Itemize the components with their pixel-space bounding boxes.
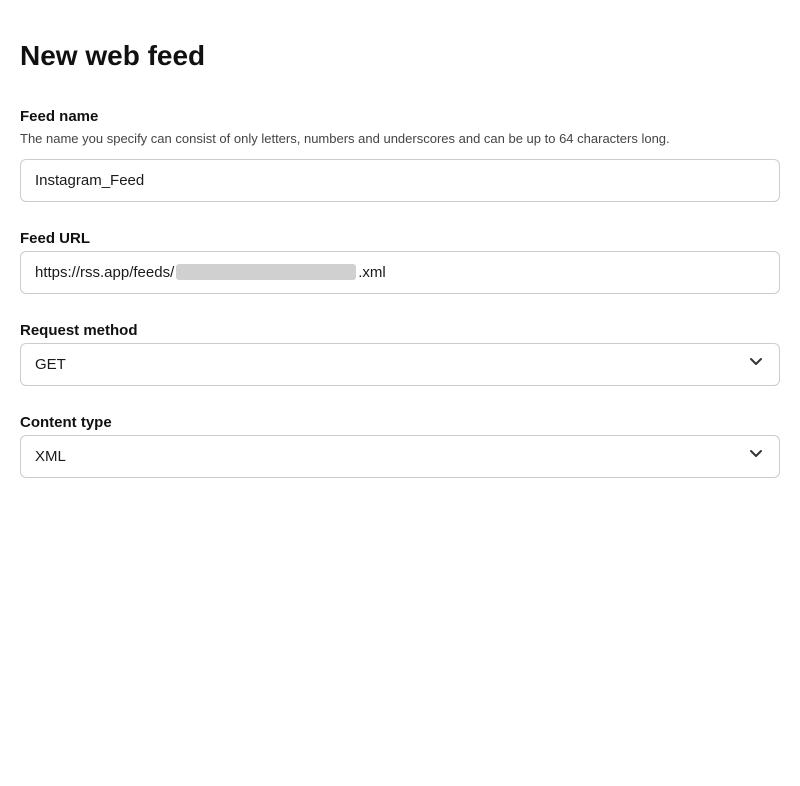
feed-url-prefix: https://rss.app/feeds/ bbox=[35, 264, 174, 281]
request-method-select[interactable]: GET POST PUT DELETE bbox=[20, 343, 780, 386]
page-title: New web feed bbox=[20, 40, 780, 72]
feed-name-input[interactable] bbox=[20, 159, 780, 202]
content-type-select[interactable]: XML JSON HTML Text bbox=[20, 435, 780, 478]
content-type-label: Content type bbox=[20, 414, 780, 431]
feed-url-wrapper: https://rss.app/feeds/ .xml bbox=[20, 251, 780, 294]
feed-name-description: The name you specify can consist of only… bbox=[20, 129, 780, 149]
feed-name-label: Feed name bbox=[20, 108, 780, 125]
content-type-wrapper: XML JSON HTML Text bbox=[20, 435, 780, 478]
content-type-section: Content type XML JSON HTML Text bbox=[20, 414, 780, 478]
feed-url-section: Feed URL https://rss.app/feeds/ .xml bbox=[20, 230, 780, 294]
feed-name-section: Feed name The name you specify can consi… bbox=[20, 108, 780, 202]
request-method-label: Request method bbox=[20, 322, 780, 339]
feed-url-display[interactable]: https://rss.app/feeds/ .xml bbox=[20, 251, 780, 294]
request-method-section: Request method GET POST PUT DELETE bbox=[20, 322, 780, 386]
feed-url-blurred bbox=[176, 264, 356, 280]
feed-url-label: Feed URL bbox=[20, 230, 780, 247]
feed-url-suffix: .xml bbox=[358, 264, 386, 281]
request-method-wrapper: GET POST PUT DELETE bbox=[20, 343, 780, 386]
